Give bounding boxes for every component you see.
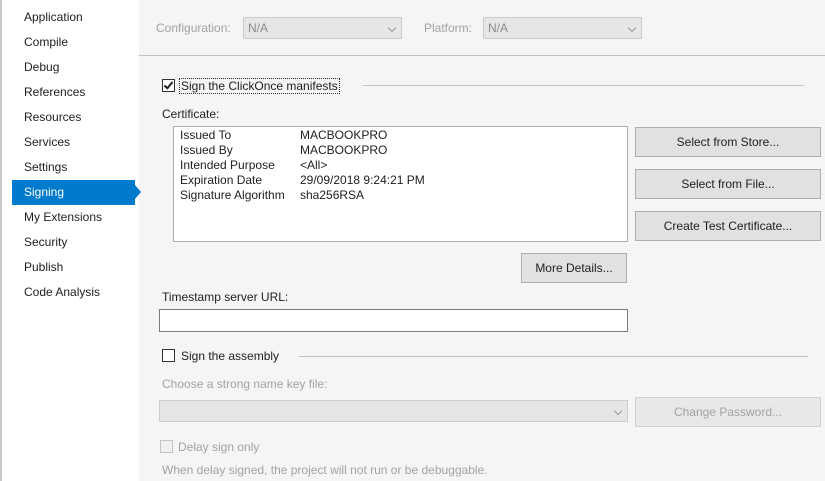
platform-value: N/A xyxy=(488,21,509,35)
issued-to-key: Issued To xyxy=(180,128,232,142)
key-file-label: Choose a strong name key file: xyxy=(162,377,328,391)
delay-sign-label[interactable]: Delay sign only xyxy=(178,440,259,454)
checkmark-icon xyxy=(163,79,174,90)
sidebar-item-publish[interactable]: Publish xyxy=(12,255,135,280)
sidebar-item-references[interactable]: References xyxy=(12,80,135,105)
sidebar-item-settings[interactable]: Settings xyxy=(12,155,135,180)
timestamp-server-input[interactable] xyxy=(159,309,628,332)
create-test-certificate-button[interactable]: Create Test Certificate... xyxy=(635,211,821,241)
timestamp-server-label: Timestamp server URL: xyxy=(162,290,289,304)
chevron-down-icon xyxy=(387,23,397,33)
section-divider xyxy=(363,85,804,86)
sign-manifests-label-wrap: Sign the ClickOnce manifests xyxy=(179,78,340,94)
sidebar-item-signing[interactable]: Signing xyxy=(12,180,135,205)
section-divider xyxy=(299,356,808,357)
change-password-button[interactable]: Change Password... xyxy=(635,397,821,427)
signing-page: Configuration: N/A Platform: N/A Sign th… xyxy=(139,0,825,481)
delay-sign-checkbox[interactable] xyxy=(160,440,173,453)
configuration-value: N/A xyxy=(248,21,269,35)
sidebar-item-services[interactable]: Services xyxy=(12,130,135,155)
configuration-label: Configuration: xyxy=(156,21,231,35)
sign-assembly-checkbox[interactable] xyxy=(162,349,175,362)
platform-dropdown[interactable]: N/A xyxy=(483,17,642,39)
chevron-down-icon xyxy=(613,406,623,416)
certificate-details-box: Issued To MACBOOKPRO Issued By MACBOOKPR… xyxy=(173,126,628,242)
sidebar-item-application[interactable]: Application xyxy=(12,5,135,30)
key-file-dropdown[interactable] xyxy=(159,400,628,422)
sidebar-item-debug[interactable]: Debug xyxy=(12,55,135,80)
issued-to-value: MACBOOKPRO xyxy=(300,128,388,142)
configuration-dropdown[interactable]: N/A xyxy=(243,17,402,39)
sidebar-item-code-analysis[interactable]: Code Analysis xyxy=(12,280,135,305)
select-from-store-button[interactable]: Select from Store... xyxy=(635,127,821,157)
delay-sign-note: When delay signed, the project will not … xyxy=(162,463,488,477)
sidebar-item-compile[interactable]: Compile xyxy=(12,30,135,55)
signature-algorithm-value: sha256RSA xyxy=(300,188,365,202)
more-details-button[interactable]: More Details... xyxy=(521,253,627,283)
signature-algorithm-key: Signature Algorithm xyxy=(180,188,285,202)
expiration-date-key: Expiration Date xyxy=(180,173,263,187)
sign-manifests-checkbox[interactable] xyxy=(162,79,175,92)
certificate-label: Certificate: xyxy=(162,107,220,121)
sidebar: Application Compile Debug References Res… xyxy=(0,0,141,481)
intended-purpose-value: <All> xyxy=(300,158,328,172)
select-from-file-button[interactable]: Select from File... xyxy=(635,169,821,199)
expiration-date-value: 29/09/2018 9:24:21 PM xyxy=(300,173,425,187)
issued-by-value: MACBOOKPRO xyxy=(300,143,388,157)
sidebar-item-my-extensions[interactable]: My Extensions xyxy=(12,205,135,230)
sidebar-item-resources[interactable]: Resources xyxy=(12,105,135,130)
toolbar-divider xyxy=(139,55,825,56)
intended-purpose-key: Intended Purpose xyxy=(180,158,275,172)
sign-manifests-label[interactable]: Sign the ClickOnce manifests xyxy=(179,78,340,94)
chevron-down-icon xyxy=(627,23,637,33)
issued-by-key: Issued By xyxy=(180,143,233,157)
platform-label: Platform: xyxy=(424,21,473,35)
sign-assembly-label[interactable]: Sign the assembly xyxy=(181,349,279,363)
sidebar-item-security[interactable]: Security xyxy=(12,230,135,255)
